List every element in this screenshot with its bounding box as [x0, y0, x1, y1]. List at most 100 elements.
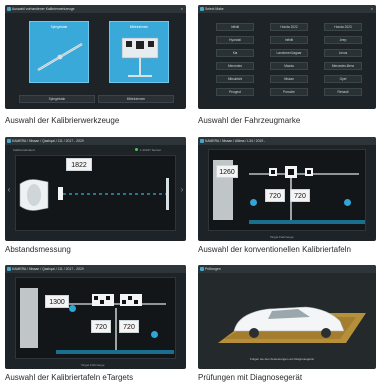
tool-card-mirror-bar[interactable]: Spiegelstab	[29, 21, 89, 83]
height-value: 1260	[216, 165, 238, 178]
brand-button[interactable]: Renault	[324, 88, 362, 96]
brand-label: Opel	[339, 77, 347, 81]
etarget-scene	[15, 277, 176, 359]
screen-title: Select Make	[205, 6, 224, 11]
screenshot-tool-selection: Auswahl vorhandener Kalibrierwerkzeuge ×…	[5, 5, 186, 109]
screen-title: KAMERA / Nissan / Qashqai / J11 / 2017 -…	[12, 138, 84, 143]
brand-button[interactable]: Landrover/Jaguar	[270, 49, 308, 57]
width-value-right: 720	[119, 320, 139, 333]
screen-title: KAMERA / Nissan / Qashqai / J11 / 2017 -…	[12, 266, 84, 271]
screen-title: Auswahl vorhandener Kalibrierwerkzeuge	[12, 6, 75, 11]
brand-label: Infiniti	[284, 38, 294, 42]
screen-header: KAMERA / Nissan / Qashqai / J11 / 2017 -…	[5, 265, 186, 273]
brand-label: Mazda	[284, 64, 294, 68]
width-value-left: 720	[91, 320, 111, 333]
distance-value: 1822	[66, 158, 92, 171]
status-indicator	[135, 148, 138, 151]
brand-label: Renault	[337, 90, 349, 94]
screen-header: KAMERA / Nissan / Altima / L34 / 2019 -	[198, 137, 376, 145]
brand-label: Peugeot	[229, 90, 241, 94]
screenshot-diagnostic-checks: Prüfungen Folgen sie den Anweisungen am …	[198, 265, 376, 369]
adjust-button[interactable]	[250, 199, 257, 206]
brand-button[interactable]: Peugeot	[216, 88, 254, 96]
width-value-left: 720	[265, 189, 285, 202]
target-board-icon	[213, 160, 365, 224]
brand-label: Mercedes-Benz	[331, 64, 355, 68]
footer-label: Target Fahrzeuge	[270, 235, 294, 239]
brand-label: Kia	[232, 51, 238, 55]
screen-header: KAMERA / Nissan / Qashqai / J11 / 2017 -…	[5, 137, 186, 145]
panel-distance-measurement: KAMERA / Nissan / Qashqai / J11 / 2017 -…	[0, 133, 186, 259]
center-frame-icon	[121, 37, 159, 77]
app-logo-icon	[7, 139, 11, 143]
caption: Auswahl der Fahrzeugmarke	[198, 116, 301, 125]
measurement-scene	[15, 155, 176, 231]
brand-label: Lexus	[338, 51, 348, 55]
select-center-frame-button[interactable]: Mittelrahmen	[98, 95, 174, 103]
app-logo-icon	[200, 139, 204, 143]
button-label: Spiegelstab	[48, 97, 66, 101]
next-arrow-icon[interactable]: ›	[179, 183, 185, 197]
brand-button[interactable]: Porsche	[270, 88, 308, 96]
brand-label: Landrover/Jaguar	[276, 51, 302, 55]
sensor-status: 1.20247 Sensor	[140, 148, 162, 152]
close-icon[interactable]: ×	[181, 6, 183, 11]
brand-button[interactable]: Mercedes-Benz	[324, 62, 362, 70]
instruction-note: Folgen sie den Anweisungen am Diagnosege…	[250, 357, 314, 361]
width-value-right: 720	[290, 189, 310, 202]
adjust-button[interactable]	[151, 331, 158, 338]
mirror-bar-icon	[37, 42, 83, 72]
brand-button[interactable]: Lexus	[324, 49, 362, 57]
panel-brand-selection: Select Make × Infiniti Honda 2022 Honda 20…	[190, 0, 376, 132]
panel-etargets: KAMERA / Nissan / Qashqai / J11 / 2017 -…	[0, 262, 186, 384]
sub-label: Kalibrierabstand	[13, 148, 35, 152]
brand-button[interactable]: Honda 2022	[270, 23, 308, 31]
app-logo-icon	[7, 7, 11, 11]
brand-button[interactable]: Honda 2023	[324, 23, 362, 31]
panel-tool-selection: Auswahl vorhandener Kalibrierwerkzeuge ×…	[0, 0, 186, 132]
prev-arrow-icon[interactable]: ‹	[6, 183, 12, 197]
adjust-button[interactable]	[344, 199, 351, 206]
close-icon[interactable]: ×	[371, 6, 373, 11]
brand-label: Porsche	[283, 90, 295, 94]
app-logo-icon	[200, 7, 204, 11]
brand-button[interactable]: Mercedes	[216, 62, 254, 70]
screenshot-distance-measurement: KAMERA / Nissan / Qashqai / J11 / 2017 -…	[5, 137, 186, 241]
brand-label: Mercedes	[228, 64, 242, 68]
tool-card-center-frame[interactable]: Mittelrahmen	[109, 21, 169, 83]
brand-label: Mitsubishi	[227, 77, 243, 81]
app-logo-icon	[200, 267, 204, 271]
caption: Auswahl der Kalibriertafeln eTargets	[5, 373, 134, 382]
caption: Auswahl der konventionellen Kalibriertaf…	[198, 245, 351, 254]
brand-button[interactable]: Infiniti	[270, 36, 308, 44]
brand-button[interactable]: Kia	[216, 49, 254, 57]
target-scene	[208, 149, 366, 231]
brand-label: Jeep	[339, 38, 347, 42]
brand-button[interactable]: Hyundai	[216, 36, 254, 44]
screenshot-conventional-targets: KAMERA / Nissan / Altima / L34 / 2019 - …	[198, 137, 376, 241]
select-mirror-bar-button[interactable]: Spiegelstab	[19, 95, 95, 103]
footer-label: Target Fahrzeuge	[81, 363, 105, 367]
brand-label: Honda 2023	[334, 25, 352, 29]
brand-label: Infiniti	[230, 25, 240, 29]
brand-button[interactable]: Nissan	[270, 75, 308, 83]
brand-label: Honda 2022	[280, 25, 298, 29]
button-label: Mittelrahmen	[126, 97, 146, 101]
height-value: 1300	[45, 295, 69, 308]
brand-button[interactable]: Mazda	[270, 62, 308, 70]
screen-title: Prüfungen	[205, 266, 221, 271]
app-logo-icon	[7, 267, 11, 271]
brand-button[interactable]: Mitsubishi	[216, 75, 254, 83]
brand-button[interactable]: Infiniti	[216, 23, 254, 31]
screenshot-etargets: KAMERA / Nissan / Qashqai / J11 / 2017 -…	[5, 265, 186, 369]
caption: Prüfungen mit Diagnosegerät	[198, 373, 303, 382]
brand-button[interactable]: Jeep	[324, 36, 362, 44]
brand-label: Hyundai	[229, 38, 241, 42]
car-on-platform-icon	[218, 306, 366, 343]
panel-conventional-targets: KAMERA / Nissan / Altima / L34 / 2019 - …	[190, 133, 376, 259]
screen-header: Auswahl vorhandener Kalibrierwerkzeuge ×	[5, 5, 186, 13]
adjust-button[interactable]	[69, 305, 76, 312]
screen-header: Prüfungen	[198, 265, 376, 273]
caption: Auswahl der Kalibrierwerkzeuge	[5, 116, 120, 125]
brand-button[interactable]: Opel	[324, 75, 362, 83]
